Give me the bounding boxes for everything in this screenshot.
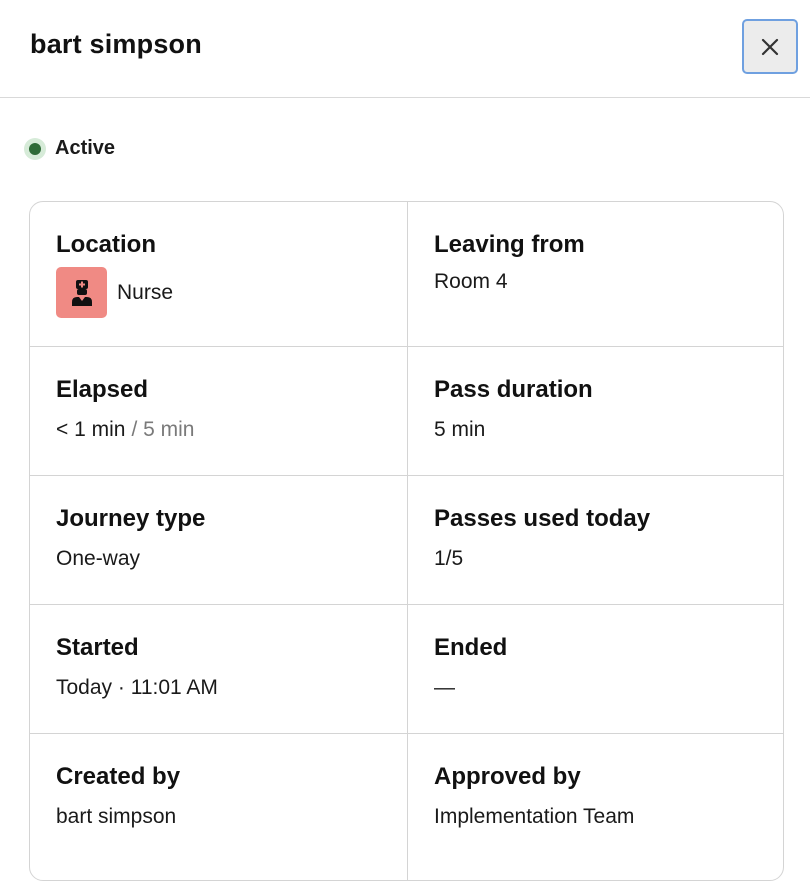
close-button[interactable]	[742, 19, 798, 74]
pass-duration-label: Pass duration	[434, 376, 593, 403]
started-label: Started	[56, 634, 139, 661]
close-icon	[761, 38, 779, 55]
passes-used-value: 1/5	[434, 547, 464, 570]
started-value: Today · 11:01 AM	[56, 676, 218, 699]
started-cell: Started Today · 11:01 AM	[30, 605, 407, 733]
journey-type-value: One-way	[56, 547, 141, 570]
created-by-cell: Created by bart simpson	[30, 734, 407, 880]
ended-label: Ended	[434, 634, 508, 661]
details-row: Journey type One-way Passes used today 1…	[30, 476, 783, 605]
pass-details-card: Location Nurse Leaving from Room 4 Elaps…	[29, 201, 784, 881]
nurse-icon	[56, 267, 107, 318]
passes-used-cell: Passes used today 1/5	[407, 476, 783, 604]
passes-used-label: Passes used today	[434, 505, 651, 532]
elapsed-cell: Elapsed < 1 min/ 5 min	[30, 347, 407, 475]
details-row: Elapsed < 1 min/ 5 min Pass duration 5 m…	[30, 347, 783, 476]
elapsed-time: < 1 min	[56, 418, 126, 441]
created-by-label: Created by	[56, 763, 181, 790]
approved-by-label: Approved by	[434, 763, 581, 790]
leaving-from-label: Leaving from	[434, 231, 585, 258]
location-value-text: Nurse	[117, 280, 174, 304]
elapsed-label: Elapsed	[56, 376, 149, 403]
location-label: Location	[56, 231, 156, 258]
leaving-from-cell: Leaving from Room 4	[407, 202, 783, 346]
location-cell: Location Nurse	[30, 202, 407, 346]
elapsed-value: < 1 min/ 5 min	[56, 418, 407, 442]
ended-value: —	[434, 676, 455, 699]
status-label: Active	[55, 137, 116, 159]
approved-by-value: Implementation Team	[434, 805, 635, 828]
elapsed-limit: / 5 min	[131, 418, 195, 441]
status-dot-icon	[24, 137, 46, 160]
details-row: Started Today · 11:01 AM Ended —	[30, 605, 783, 734]
details-row: Created by bart simpson Approved by Impl…	[30, 734, 783, 880]
modal-header: bart simpson	[0, 0, 810, 98]
pass-duration-cell: Pass duration 5 min	[407, 347, 783, 475]
page-title: bart simpson	[30, 29, 202, 59]
ended-cell: Ended —	[407, 605, 783, 733]
created-by-value: bart simpson	[56, 805, 177, 828]
location-value: Nurse	[56, 267, 407, 318]
approved-by-cell: Approved by Implementation Team	[407, 734, 783, 880]
leaving-from-value: Room 4	[434, 270, 508, 293]
details-row: Location Nurse Leaving from Room 4	[30, 202, 783, 347]
pass-duration-value: 5 min	[434, 418, 486, 441]
journey-type-label: Journey type	[56, 505, 206, 532]
journey-type-cell: Journey type One-way	[30, 476, 407, 604]
status-badge: Active	[24, 137, 115, 160]
